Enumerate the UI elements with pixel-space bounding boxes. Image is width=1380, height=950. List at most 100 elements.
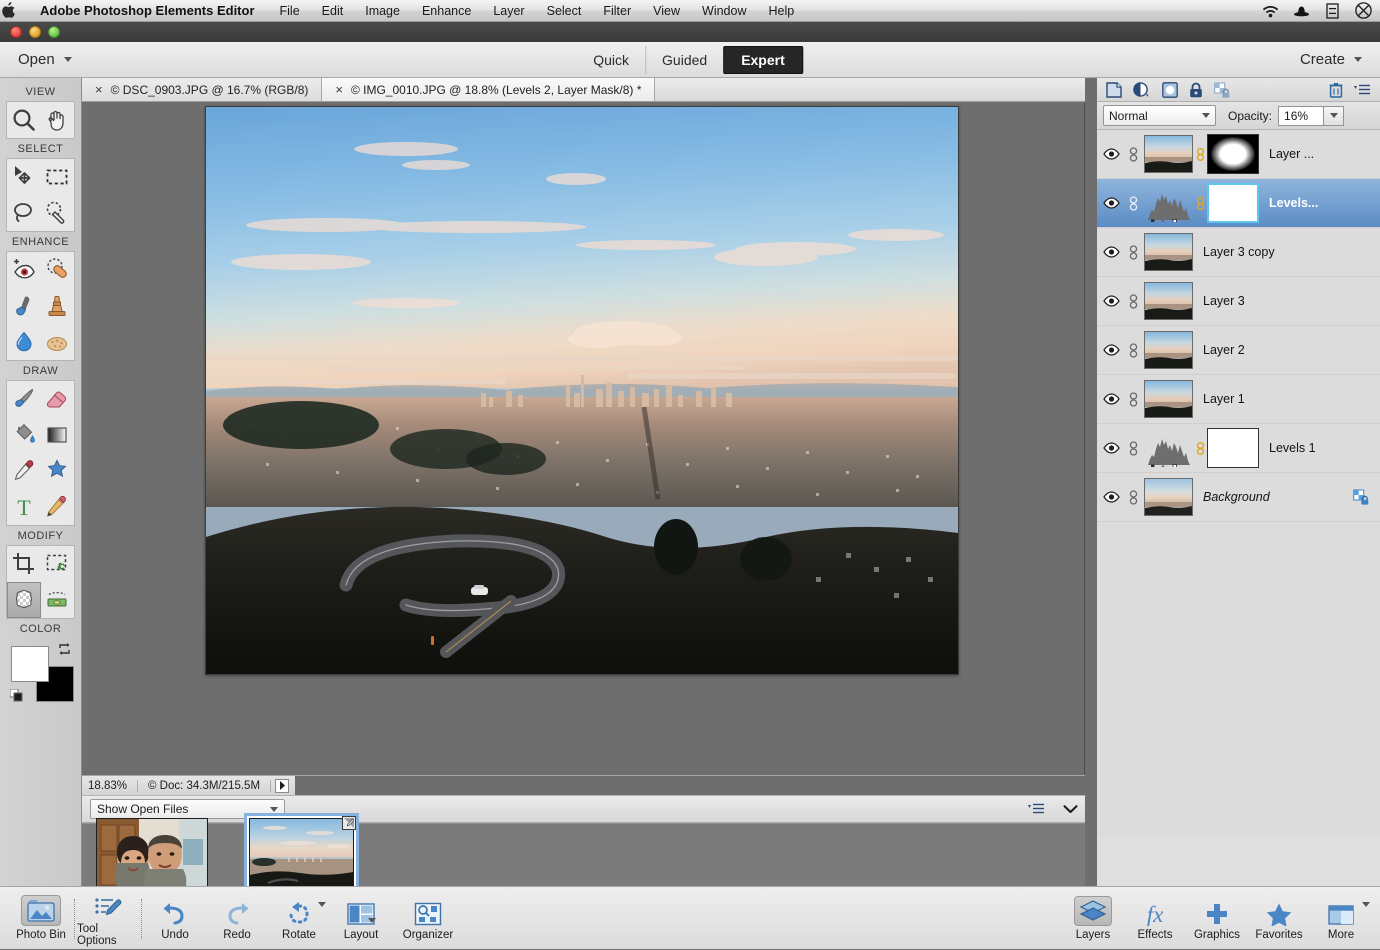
clone-stamp-tool[interactable] <box>41 288 75 324</box>
layer-thumbnail[interactable] <box>1144 282 1193 320</box>
menu-view[interactable]: View <box>642 4 691 18</box>
menu-filter[interactable]: Filter <box>592 4 642 18</box>
table-row[interactable]: Levels... <box>1097 179 1380 228</box>
brush-tool[interactable] <box>7 381 41 417</box>
menu-select[interactable]: Select <box>536 4 593 18</box>
blur-tool[interactable] <box>7 324 41 360</box>
layer-link-icon[interactable] <box>1122 392 1144 407</box>
layer-link-icon[interactable] <box>1122 294 1144 309</box>
layer-visibility-icon[interactable] <box>1100 148 1122 160</box>
lock-icon[interactable] <box>1189 82 1203 98</box>
opacity-dropdown-icon[interactable] <box>1324 106 1344 126</box>
open-button[interactable]: Open <box>0 51 72 68</box>
menu-file[interactable]: File <box>269 4 311 18</box>
move-tool[interactable] <box>7 159 41 195</box>
minimize-button[interactable] <box>29 26 41 38</box>
layer-mask-thumbnail[interactable] <box>1207 183 1259 223</box>
menu-edit[interactable]: Edit <box>311 4 355 18</box>
mask-link-icon[interactable] <box>1193 148 1207 161</box>
table-row[interactable]: Layer ... <box>1097 130 1380 179</box>
swap-colors-icon[interactable] <box>57 642 72 656</box>
close-button[interactable] <box>10 26 22 38</box>
redo-button[interactable]: Redo <box>206 889 268 949</box>
menu-image[interactable]: Image <box>354 4 411 18</box>
hand-tool[interactable] <box>41 102 75 138</box>
chevron-down-icon[interactable] <box>368 923 376 935</box>
table-row[interactable]: Layer 3 <box>1097 277 1380 326</box>
scissors-circle-icon[interactable] <box>1355 3 1372 19</box>
adjustment-histogram-thumbnail[interactable] <box>1144 429 1193 467</box>
color-picker-tool[interactable] <box>7 453 41 489</box>
effects-button[interactable]: fx Effects <box>1124 889 1186 949</box>
menu-layer[interactable]: Layer <box>482 4 535 18</box>
layer-visibility-icon[interactable] <box>1100 393 1122 405</box>
undo-button[interactable]: Undo <box>144 889 206 949</box>
table-row[interactable]: Layer 1 <box>1097 375 1380 424</box>
layer-mask-thumbnail[interactable] <box>1207 428 1259 468</box>
layer-visibility-icon[interactable] <box>1100 344 1122 356</box>
layer-mask-thumbnail[interactable] <box>1207 134 1259 174</box>
eraser-tool[interactable] <box>41 381 75 417</box>
layer-visibility-icon[interactable] <box>1100 491 1122 503</box>
graphics-button[interactable]: Graphics <box>1186 889 1248 949</box>
layer-thumbnail[interactable] <box>1144 233 1193 271</box>
layer-visibility-icon[interactable] <box>1100 197 1122 209</box>
more-button[interactable]: More <box>1310 889 1372 949</box>
layer-link-icon[interactable] <box>1122 245 1144 260</box>
chevron-down-icon[interactable] <box>1063 804 1078 814</box>
layout-button[interactable]: Layout <box>330 889 392 949</box>
adjustment-histogram-thumbnail[interactable] <box>1144 184 1193 222</box>
paint-bucket-tool[interactable] <box>7 417 41 453</box>
content-aware-move-tool[interactable] <box>7 582 41 618</box>
rectangular-marquee-tool[interactable] <box>41 159 75 195</box>
layer-link-icon[interactable] <box>1122 490 1144 505</box>
layer-link-icon[interactable] <box>1122 147 1144 162</box>
zoom-tool[interactable] <box>7 102 41 138</box>
adjustment-layer-icon[interactable] <box>1133 82 1151 98</box>
mask-link-icon[interactable] <box>1193 197 1207 210</box>
new-layer-icon[interactable] <box>1106 82 1122 98</box>
lock-icon[interactable] <box>1353 489 1370 505</box>
foreground-color-swatch[interactable] <box>11 646 49 682</box>
smart-brush-tool[interactable] <box>7 288 41 324</box>
straighten-tool[interactable] <box>41 582 75 618</box>
tab-guided[interactable]: Guided <box>645 46 723 74</box>
favorites-button[interactable]: Favorites <box>1248 889 1310 949</box>
layer-thumbnail[interactable] <box>1144 135 1193 173</box>
layers-button[interactable]: Layers <box>1062 889 1124 949</box>
menu-help[interactable]: Help <box>757 4 805 18</box>
crop-tool[interactable] <box>7 546 41 582</box>
create-button[interactable]: Create <box>1300 51 1380 68</box>
table-row[interactable]: Layer 3 copy <box>1097 228 1380 277</box>
red-eye-removal-tool[interactable] <box>7 252 41 288</box>
gradient-tool[interactable] <box>41 417 75 453</box>
delete-layer-icon[interactable] <box>1329 82 1343 98</box>
photo-bin-item-portrait[interactable] <box>96 818 208 892</box>
document-tab-dsc0903[interactable]: × © DSC_0903.JPG @ 16.7% (RGB/8) <box>82 78 322 101</box>
custom-shape-tool[interactable] <box>41 453 75 489</box>
sponge-tool[interactable] <box>41 324 75 360</box>
apple-logo-icon[interactable] <box>0 2 40 19</box>
canvas-photo[interactable] <box>205 106 959 675</box>
close-icon[interactable]: × <box>95 83 103 96</box>
type-tool[interactable]: T <box>7 489 41 525</box>
opacity-input[interactable]: 16% <box>1278 106 1324 126</box>
opacity-control[interactable]: 16% <box>1278 106 1344 126</box>
default-colors-icon[interactable] <box>10 689 23 702</box>
chevron-down-icon[interactable] <box>1362 907 1370 919</box>
list-menu-icon[interactable] <box>1324 3 1341 19</box>
lasso-tool[interactable] <box>7 195 41 231</box>
tab-expert[interactable]: Expert <box>723 46 803 74</box>
layer-visibility-icon[interactable] <box>1100 295 1122 307</box>
blend-mode-select[interactable]: Normal <box>1103 105 1216 126</box>
recompose-tool[interactable] <box>41 546 75 582</box>
photo-bin-item-cityscape[interactable] <box>244 813 359 897</box>
table-row[interactable]: Levels 1 <box>1097 424 1380 473</box>
layer-thumbnail[interactable] <box>1144 331 1193 369</box>
zoom-level-field[interactable]: 18.83% <box>82 780 138 792</box>
canvas-area[interactable] <box>82 102 1096 775</box>
menu-window[interactable]: Window <box>691 4 757 18</box>
layer-thumbnail[interactable] <box>1144 478 1193 516</box>
organizer-button[interactable]: Organizer <box>392 889 464 949</box>
wifi-icon[interactable] <box>1262 3 1279 19</box>
